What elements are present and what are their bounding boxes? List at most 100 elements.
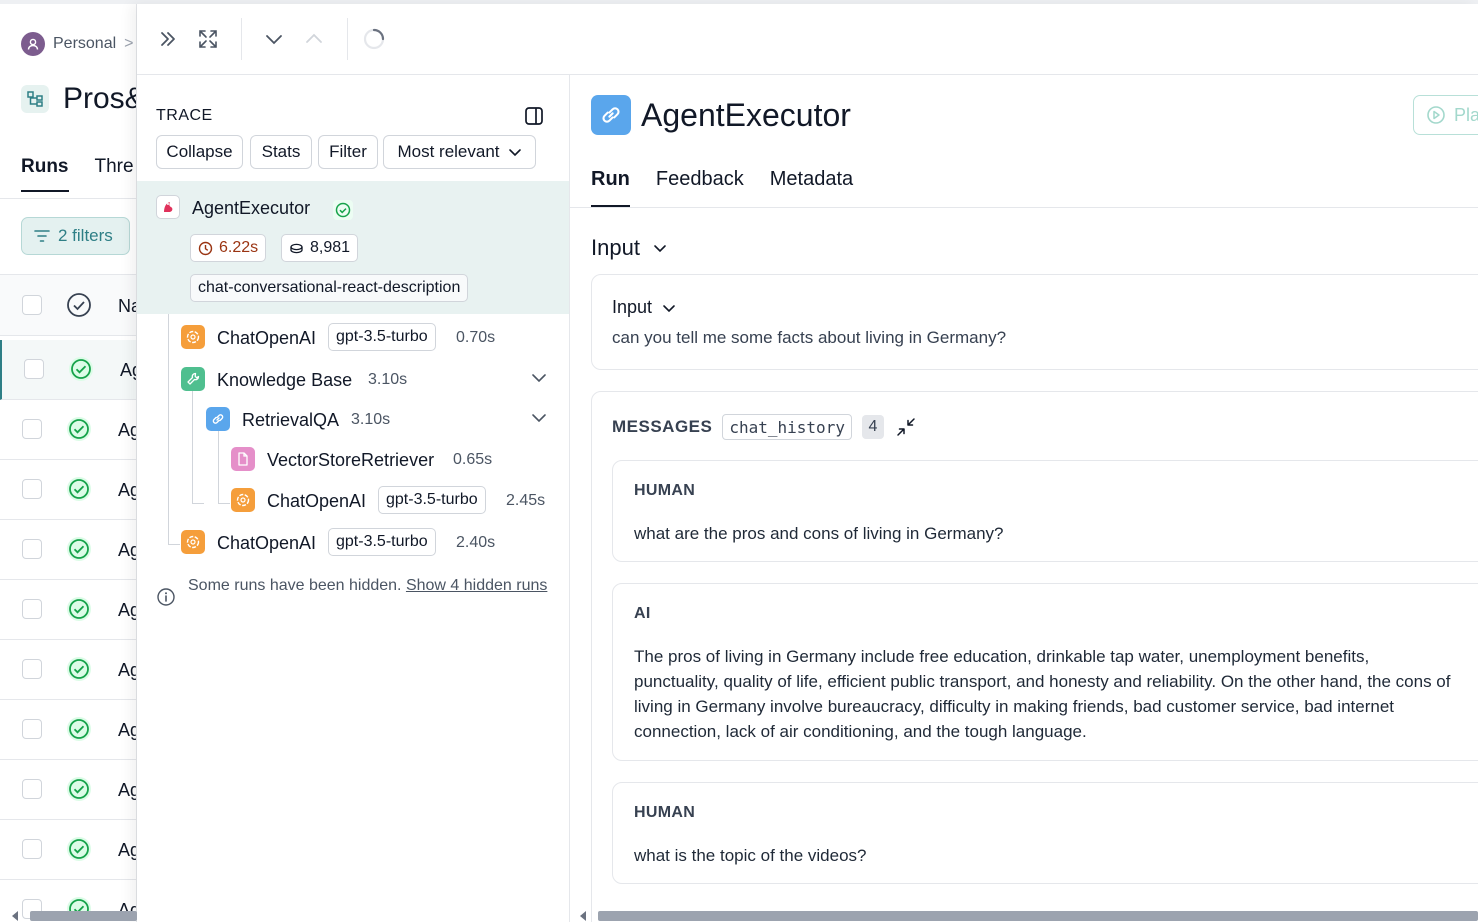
table-row[interactable]: Ag [0,400,137,460]
row-checkbox[interactable] [24,359,44,379]
detail-tabs: Run Feedback Metadata [591,168,853,207]
row-name: Ag [120,360,137,380]
chevron-down-icon [654,245,666,253]
close-panel-icon[interactable] [155,26,181,52]
node-name: ChatOpenAI [217,328,317,348]
coins-icon [290,243,303,253]
expand-chevron-down-icon[interactable] [530,369,548,387]
message-text: what are the pros and cons of living in … [634,524,1004,543]
tab-metadata[interactable]: Metadata [770,168,853,207]
filters-label: 2 filters [58,226,113,245]
document-icon [231,447,255,471]
success-check-icon [333,200,353,220]
row-checkbox[interactable] [22,839,42,859]
run-title: AgentExecutor [641,97,851,133]
tab-run[interactable]: Run [591,168,630,207]
row-checkbox[interactable] [22,479,42,499]
input-section-title: Input [591,235,640,260]
expand-icon[interactable] [195,26,221,52]
tabs-divider [0,198,137,199]
row-checkbox[interactable] [22,779,42,799]
node-latency: 3.10s [351,411,391,428]
tree-connector [192,503,204,504]
table-row[interactable]: Ag [0,700,137,760]
openai-icon [181,530,205,554]
latency-value: 6.22s [219,239,259,256]
prev-run-chevron-up-icon[interactable] [301,26,327,52]
next-run-chevron-down-icon[interactable] [261,26,287,52]
playground-label: Pla [1454,104,1478,125]
scroll-left-arrow-icon[interactable] [12,911,18,921]
scroll-left-arrow-icon[interactable] [580,911,586,921]
table-row[interactable]: Ag [0,520,137,580]
clock-icon [198,241,213,255]
playground-button[interactable]: Pla [1413,95,1478,135]
tab-runs[interactable]: Runs [21,156,69,192]
input-section-toggle[interactable]: Input [591,235,668,261]
trace-node-root[interactable]: AgentExecutor 6.22s 8,981 chat-conversat… [137,181,569,314]
background-horizontal-scrollbar[interactable] [30,911,137,921]
filter-button[interactable]: Filter [318,135,378,169]
messages-card: MESSAGES chat_history 4 HUMAN what are t… [591,391,1478,922]
table-row[interactable]: Ag [0,580,137,640]
status-column-icon [67,293,91,317]
row-checkbox[interactable] [22,539,42,559]
table-row[interactable]: Ag [0,340,137,400]
row-checkbox[interactable] [22,719,42,739]
sort-dropdown[interactable]: Most relevant [383,135,536,169]
stats-button[interactable]: Stats [250,135,312,169]
tab-threads[interactable]: Thre [95,156,134,192]
message-text: what is the topic of the videos? [634,846,867,865]
node-name: RetrievalQA [242,410,340,430]
tree-connector [218,503,230,504]
collapse-arrows-icon[interactable] [894,415,918,439]
input-field-toggle[interactable]: Input [612,297,676,318]
message-role: HUMAN [634,482,696,499]
token-count-value: 8,981 [310,239,351,256]
table-row[interactable]: Ag [0,820,137,880]
table-row[interactable]: Ag [0,760,137,820]
message-role: AI [634,605,651,622]
node-latency: 0.70s [456,329,496,346]
row-checkbox[interactable] [22,659,42,679]
row-name: Ag [118,420,137,440]
row-name: Ag [118,600,137,620]
select-all-checkbox[interactable] [22,295,42,315]
root-node-name: AgentExecutor [192,198,311,218]
collapse-button[interactable]: Collapse [156,135,243,169]
tree-connector [218,431,219,503]
row-checkbox[interactable] [22,599,42,619]
breadcrumb[interactable]: Personal > [21,32,134,56]
project-title-text: Pros& [63,82,137,115]
success-check-icon [67,657,91,681]
success-check-icon [67,777,91,801]
table-row[interactable]: Ag [0,640,137,700]
chevron-down-icon [663,304,675,312]
node-name: ChatOpenAI [217,533,317,553]
node-name: Knowledge Base [217,370,353,390]
success-check-icon [67,537,91,561]
detail-horizontal-scrollbar[interactable] [598,911,1478,921]
tabs-divider [570,207,1478,208]
model-badge: gpt-3.5-turbo [378,486,486,514]
run-detail-pane: AgentExecutor Pla Run Feedback Metadata … [570,75,1478,922]
info-icon [157,588,175,606]
filters-button[interactable]: 2 filters [21,217,130,255]
row-name: Ag [118,840,137,860]
tab-feedback[interactable]: Feedback [656,168,744,207]
table-row[interactable]: Ag [0,460,137,520]
breadcrumb-workspace[interactable]: Personal [53,35,116,53]
expand-chevron-down-icon[interactable] [530,409,548,427]
tree-connector [168,544,180,545]
success-check-icon [67,717,91,741]
show-hidden-runs-link[interactable]: Show 4 hidden runs [406,577,547,594]
node-latency: 0.65s [453,451,493,468]
message-text: The pros of living in Germany include fr… [634,647,1451,741]
openai-icon [181,325,205,349]
row-name: Ag [118,480,137,500]
tree-connector [168,314,169,544]
trace-tree-pane: TRACE Collapse Stats Filter Most relevan… [137,75,570,922]
row-checkbox[interactable] [22,419,42,439]
run-tag: chat-conversational-react-description [190,274,469,302]
sidebar-toggle-icon[interactable] [523,105,545,127]
